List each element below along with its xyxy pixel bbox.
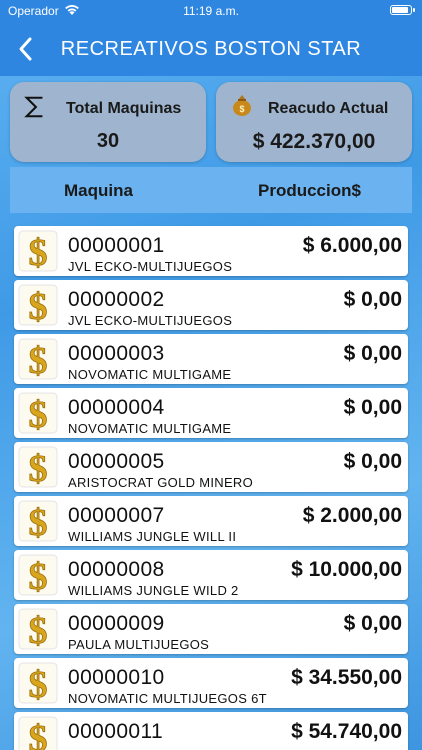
machine-production: $ 0,00 [343,288,402,311]
machine-row[interactable]: $ 00000009 PAULA MULTIJUEGOS $ 0,00 [14,604,408,654]
machine-production: $ 0,00 [343,612,402,635]
machine-name: WILLIAMS JUNGLE WILD 2 [68,583,239,598]
total-machines-card: Total Maquinas 30 [10,82,206,162]
total-machines-label: Total Maquinas [66,100,182,117]
sigma-icon [24,96,43,118]
svg-text:$: $ [29,448,48,488]
svg-text:$: $ [29,718,48,750]
svg-text:$: $ [29,232,48,272]
svg-text:$: $ [29,340,48,380]
machine-name: NOVOMATIC MULTIJUEGOS 6T [68,691,267,706]
machine-name: JVL ECKO-MULTIJUEGOS [68,313,233,328]
machine-id: 00000004 [68,396,165,419]
machine-row[interactable]: $ 00000011 $ 54.740,00 [14,712,408,750]
machine-name: PAULA MULTIJUEGOS [68,637,210,652]
machine-row[interactable]: $ 00000010 NOVOMATIC MULTIJUEGOS 6T $ 34… [14,658,408,708]
machine-id: 00000001 [68,234,165,257]
machine-row[interactable]: $ 00000003 NOVOMATIC MULTIGAME $ 0,00 [14,334,408,384]
machine-id: 00000005 [68,450,165,473]
machine-id: 00000011 [68,720,164,743]
machine-row[interactable]: $ 00000005 ARISTOCRAT GOLD MINERO $ 0,00 [14,442,408,492]
machine-production: $ 34.550,00 [291,666,402,689]
machine-production: $ 2.000,00 [302,504,402,527]
svg-text:$: $ [29,502,48,542]
dollar-sign-icon: $ [18,500,58,542]
money-bag-icon: $ [233,95,251,116]
dollar-sign-icon: $ [18,338,58,380]
machine-production: $ 0,00 [343,396,402,419]
svg-text:$: $ [29,286,48,326]
current-collection-label: Reacudo Actual [268,100,389,117]
total-machines-value: 30 [96,130,120,152]
dollar-sign-icon: $ [18,392,58,434]
dollar-sign-icon: $ [18,230,58,272]
machine-production: $ 0,00 [343,450,402,473]
navigation-bar: RECREATIVOS BOSTON STAR [0,22,422,76]
machine-name: JVL ECKO-MULTIJUEGOS [68,259,233,274]
machine-id: 00000009 [68,612,165,635]
dollar-sign-icon: $ [18,662,58,704]
machine-production: $ 6.000,00 [302,234,402,257]
machine-row[interactable]: $ 00000007 WILLIAMS JUNGLE WILL II $ 2.0… [14,496,408,546]
machine-list[interactable]: $ 00000001 JVL ECKO-MULTIJUEGOS $ 6.000,… [10,216,412,750]
dollar-sign-icon: $ [18,446,58,488]
machine-row[interactable]: $ 00000004 NOVOMATIC MULTIGAME $ 0,00 [14,388,408,438]
machine-production: $ 0,00 [343,342,402,365]
machine-name: ARISTOCRAT GOLD MINERO [68,475,254,490]
machine-id: 00000002 [68,288,165,311]
machine-name: NOVOMATIC MULTIGAME [68,421,232,436]
svg-text:$: $ [29,556,48,596]
machine-id: 00000007 [68,504,165,527]
machine-row[interactable]: $ 00000001 JVL ECKO-MULTIJUEGOS $ 6.000,… [14,226,408,276]
dollar-sign-icon: $ [18,716,58,750]
table-header: Maquina Produccion$ [10,167,412,213]
machine-id: 00000003 [68,342,165,365]
battery-icon [390,5,415,15]
dollar-sign-icon: $ [18,554,58,596]
svg-text:$: $ [29,394,48,434]
dollar-sign-icon: $ [18,608,58,650]
column-production-header: Produccion$ [258,181,361,200]
svg-text:$: $ [239,104,244,114]
current-collection-card: $ Reacudo Actual $ 422.370,00 [216,82,412,162]
machine-row[interactable]: $ 00000002 JVL ECKO-MULTIJUEGOS $ 0,00 [14,280,408,330]
machine-production: $ 10.000,00 [291,558,402,581]
machine-name: WILLIAMS JUNGLE WILL II [68,529,237,544]
page-title: RECREATIVOS BOSTON STAR [60,38,362,60]
column-machine-header: Maquina [64,181,133,200]
dollar-sign-icon: $ [18,284,58,326]
current-collection-value: $ 422.370,00 [252,130,376,153]
status-bar: Operador 11:19 a.m. [0,0,422,22]
machine-row[interactable]: $ 00000008 WILLIAMS JUNGLE WILD 2 $ 10.0… [14,550,408,600]
machine-id: 00000010 [68,666,165,689]
machine-id: 00000008 [68,558,165,581]
machine-name: NOVOMATIC MULTIGAME [68,367,232,382]
clock: 11:19 a.m. [183,4,239,18]
svg-text:$: $ [29,664,48,704]
svg-text:$: $ [29,610,48,650]
machine-production: $ 54.740,00 [291,720,402,743]
